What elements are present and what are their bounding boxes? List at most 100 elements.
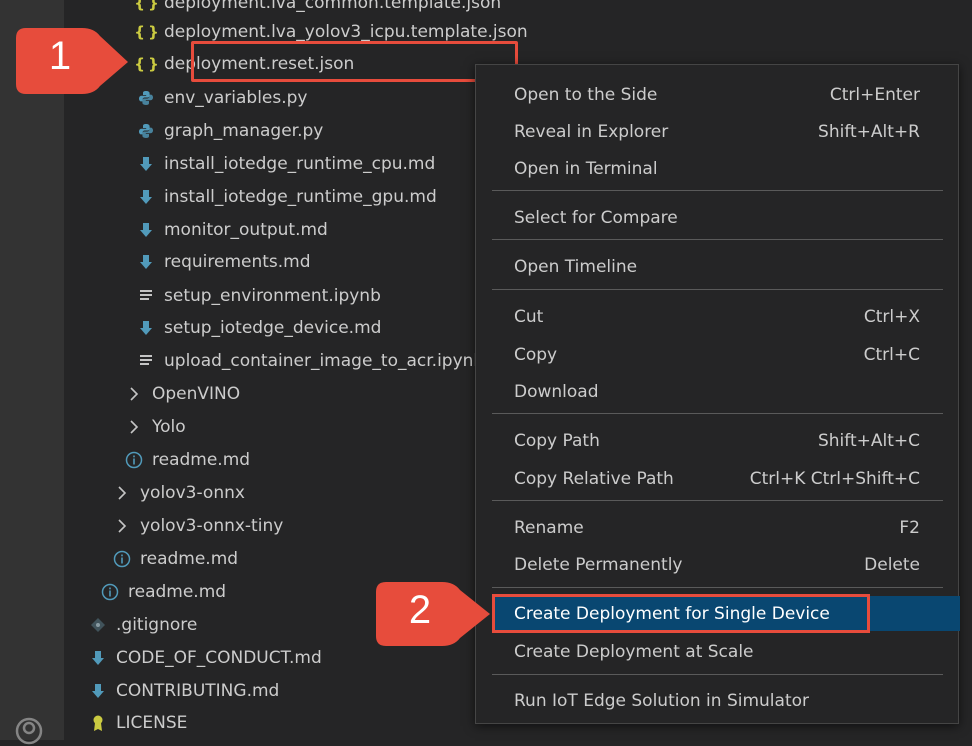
tree-item-label: upload_container_image_to_acr.ipynb [164,350,485,371]
menu-open-to-side[interactable]: Open to the Side Ctrl+Enter [492,78,942,111]
menu-reveal-in-explorer[interactable]: Reveal in Explorer Shift+Alt+R [492,115,942,148]
chevron-right-icon [112,516,132,536]
tree-item-install-iotedge-gpu[interactable]: install_iotedge_runtime_gpu.md [136,180,437,213]
tree-item-label: setup_environment.ipynb [164,285,381,306]
tree-item-readme-1[interactable]: readme.md [124,443,250,476]
tree-item-label: yolov3-onnx [140,482,245,503]
tree-item-graph-manager[interactable]: graph_manager.py [136,114,323,147]
markdown-icon [88,648,108,668]
menu-item-label: Open Timeline [514,256,638,277]
tree-folder-yolov3-onnx-tiny[interactable]: yolov3-onnx-tiny [112,509,283,542]
markdown-icon [136,187,156,207]
chevron-right-icon [124,384,144,404]
menu-separator [492,190,943,191]
markdown-icon [136,318,156,338]
info-icon [100,582,120,602]
tree-item-env-variables[interactable]: env_variables.py [136,81,308,114]
notebook-icon [136,286,156,306]
menu-item-shortcut: Shift+Alt+C [817,430,920,451]
tree-item-monitor-output[interactable]: monitor_output.md [136,213,328,246]
tree-item-code-of-conduct[interactable]: CODE_OF_CONDUCT.md [88,641,322,674]
menu-separator [492,239,943,240]
tree-item-gitignore[interactable]: .gitignore [88,608,197,641]
tree-item-readme-2[interactable]: readme.md [112,542,238,575]
tree-folder-yolo[interactable]: Yolo [124,410,186,443]
tree-item-label: CODE_OF_CONDUCT.md [116,647,322,668]
menu-item-label: Reveal in Explorer [514,121,669,142]
menu-separator [492,674,943,675]
tree-item-setup-environment[interactable]: setup_environment.ipynb [136,279,381,312]
callout-number: 2 [408,588,432,632]
tree-item-label: deployment.lva_yolov3_icpu.template.json [164,21,528,42]
tree-item-label: CONTRIBUTING.md [116,680,280,701]
account-icon[interactable] [14,716,44,746]
tree-item-label: deployment.lva_common.template.json [164,0,502,13]
context-menu: Open to the Side Ctrl+Enter Reveal in Ex… [475,64,960,724]
menu-create-deployment-at-scale[interactable]: Create Deployment at Scale [492,635,942,668]
menu-item-label: Copy Path [514,430,600,451]
highlight-deployment-reset [191,41,518,82]
menu-item-shortcut: Ctrl+X [863,306,920,327]
tree-item-upload-container-image[interactable]: upload_container_image_to_acr.ipynb [136,344,484,377]
tree-item-label: readme.md [152,449,251,470]
menu-run-iot-edge-simulator[interactable]: Run IoT Edge Solution in Simulator [492,684,942,717]
tree-item-readme-3[interactable]: readme.md [100,575,226,608]
markdown-icon [136,252,156,272]
menu-cut[interactable]: Cut Ctrl+X [492,300,942,333]
tree-item-label: OpenVINO [152,383,241,404]
menu-item-shortcut: Ctrl+C [863,344,920,365]
tree-item-setup-iotedge-device[interactable]: setup_iotedge_device.md [136,311,381,344]
notebook-icon [136,351,156,371]
tree-folder-yolov3-onnx[interactable]: yolov3-onnx [112,476,245,509]
menu-delete-permanently[interactable]: Delete Permanently Delete [492,548,942,581]
menu-rename[interactable]: Rename F2 [492,511,942,544]
menu-item-label: Select for Compare [514,207,678,228]
json-icon: { } [134,54,159,73]
callout-step-1: 1 [10,22,130,98]
menu-item-label: Open in Terminal [514,158,658,179]
menu-open-in-terminal[interactable]: Open in Terminal [492,152,942,185]
json-icon: { } [134,22,159,41]
tree-item-install-iotedge-cpu[interactable]: install_iotedge_runtime_cpu.md [136,147,435,180]
tree-folder-openvino[interactable]: OpenVINO [124,377,240,410]
tree-item-label: requirements.md [164,251,311,272]
json-icon: { } [134,0,159,12]
menu-item-label: Download [514,381,599,402]
tree-item-label: .gitignore [116,614,198,635]
menu-copy-path[interactable]: Copy Path Shift+Alt+C [492,424,942,457]
menu-item-label: Rename [514,517,584,538]
menu-select-for-compare[interactable]: Select for Compare [492,201,942,234]
menu-item-shortcut: F2 [899,517,920,538]
menu-create-deployment-single-device[interactable]: Create Deployment for Single Device [492,594,870,633]
tree-item-label: readme.md [140,548,239,569]
menu-item-label: Copy Relative Path [514,468,674,489]
markdown-icon [136,154,156,174]
callout-step-2: 2 [370,576,492,652]
menu-separator [492,289,943,290]
tree-item-label: monitor_output.md [164,219,328,240]
tree-item-license[interactable]: LICENSE [88,706,187,739]
tree-item-label: LICENSE [116,712,188,733]
license-icon [88,713,108,733]
menu-item-label: Delete Permanently [514,554,683,575]
tree-item-label: Yolo [152,416,186,437]
tree-item-requirements[interactable]: requirements.md [136,245,311,278]
menu-separator [492,500,943,501]
menu-copy-relative-path[interactable]: Copy Relative Path Ctrl+K Ctrl+Shift+C [492,462,942,495]
menu-copy[interactable]: Copy Ctrl+C [492,338,942,371]
menu-item-label: Create Deployment for Single Device [514,603,830,624]
menu-item-label: Cut [514,306,544,327]
python-icon [136,121,156,141]
git-icon [88,615,108,635]
menu-download[interactable]: Download [492,375,942,408]
callout-number: 1 [48,34,72,78]
menu-item-label: Open to the Side [514,84,658,105]
chevron-right-icon [124,417,144,437]
chevron-right-icon [112,483,132,503]
markdown-icon [88,681,108,701]
menu-item-shortcut: Delete [864,554,920,575]
tree-item-label: setup_iotedge_device.md [164,317,382,338]
tree-item-contributing[interactable]: CONTRIBUTING.md [88,674,279,707]
menu-open-timeline[interactable]: Open Timeline [492,250,942,283]
menu-item-label: Run IoT Edge Solution in Simulator [514,690,809,711]
